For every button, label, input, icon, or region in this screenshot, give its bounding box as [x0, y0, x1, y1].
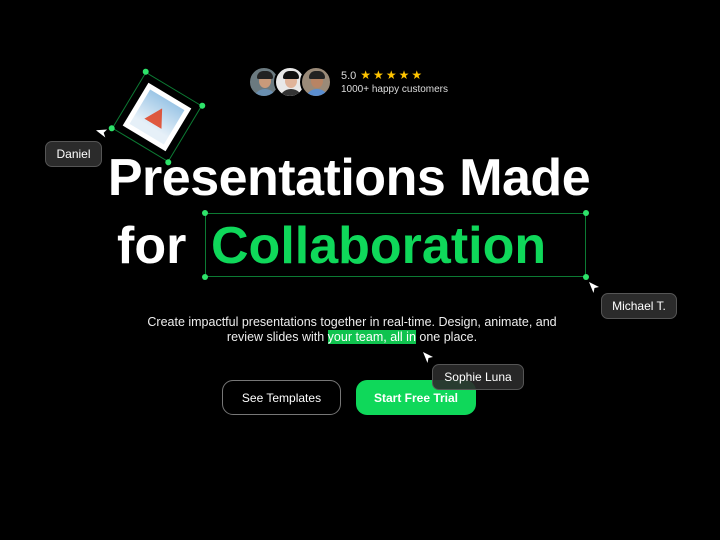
avatar	[300, 66, 332, 98]
subtitle-highlight: your team, all in	[327, 330, 416, 344]
collaborator-tag-sophie: Sophie Luna	[432, 364, 524, 390]
collaborator-tag-daniel: Daniel	[45, 141, 102, 167]
collaborator-tag-michael: Michael T.	[601, 293, 677, 319]
cursor-icon	[589, 282, 599, 293]
rating-value: 5.0	[341, 70, 357, 82]
hero-subtitle-line1: Create impactful presentations together …	[147, 315, 557, 329]
cursor-icon	[423, 352, 433, 363]
hero-subtitle-line2: review slides with your team, all in one…	[0, 330, 704, 345]
star-icons: ★★★★★	[360, 68, 425, 82]
rating: 5.0 ★★★★★	[341, 68, 424, 82]
subtitle-text: one place.	[419, 330, 478, 344]
hero-title-prefix: for	[117, 217, 187, 275]
hero-title-highlight: Collaboration	[211, 217, 547, 275]
hero-title-line1: Presentations Made	[107, 149, 591, 207]
selection-box[interactable]: Collaboration	[202, 210, 589, 280]
image-icon	[122, 82, 192, 152]
customers-count: 1000+ happy customers	[341, 84, 449, 95]
subtitle-text: review slides with	[226, 330, 325, 344]
see-templates-button[interactable]: See Templates	[222, 380, 341, 415]
